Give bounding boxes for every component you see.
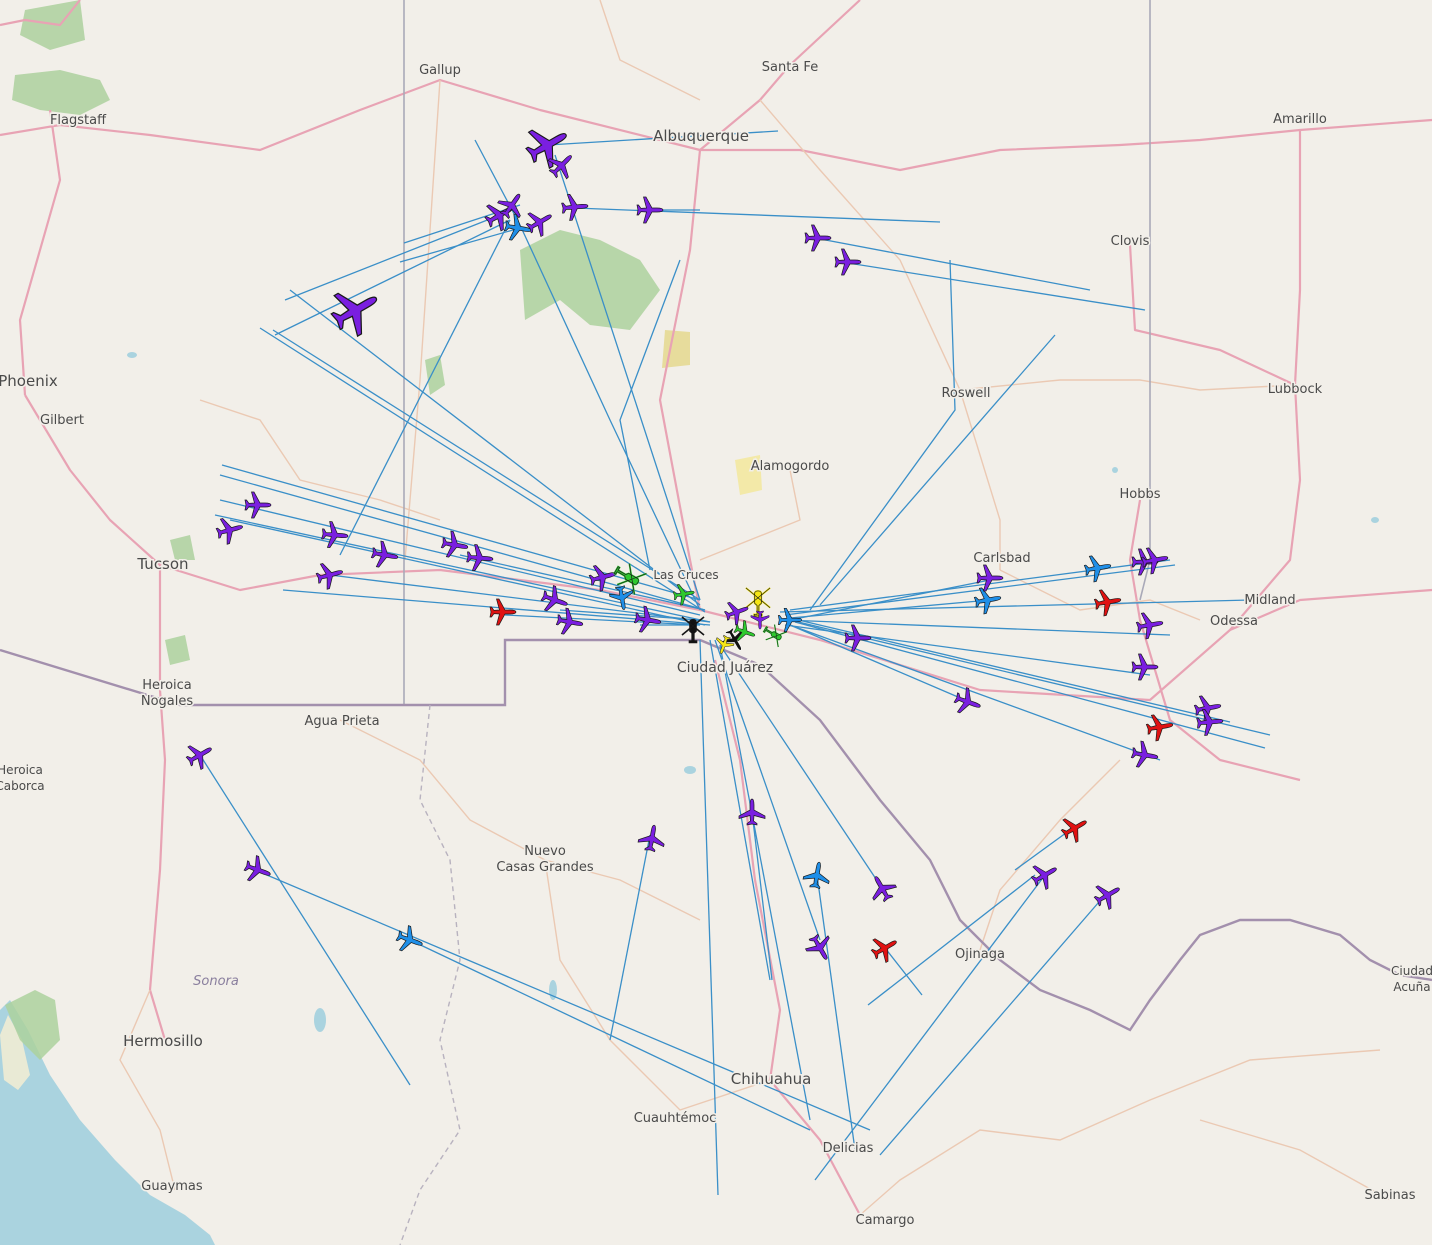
city-label: Delicias xyxy=(823,1141,874,1156)
city-label: Las Cruces xyxy=(653,568,718,582)
city-label: Clovis xyxy=(1111,234,1150,249)
city-label: Odessa xyxy=(1210,614,1258,629)
city-label: Carlsbad xyxy=(973,551,1030,566)
city-label: Amarillo xyxy=(1273,112,1327,127)
city-label: Sabinas xyxy=(1364,1188,1415,1203)
city-label: Hermosillo xyxy=(123,1032,203,1050)
city-label: Camargo xyxy=(856,1213,915,1228)
city-label: Heroica xyxy=(142,678,192,693)
city-label: Gallup xyxy=(419,63,461,78)
city-label: Flagstaff xyxy=(50,113,107,128)
city-label: Nogales xyxy=(141,694,194,709)
city-label: Phoenix xyxy=(0,372,58,390)
city-label: Lubbock xyxy=(1268,382,1323,397)
city-label: Acuña xyxy=(1393,980,1430,994)
city-label: Heroica xyxy=(0,763,43,777)
city-label: Ciudad xyxy=(1391,964,1432,978)
city-label: Gilbert xyxy=(40,413,84,428)
city-label: Ojinaga xyxy=(955,947,1005,962)
city-label: Tucson xyxy=(136,555,188,573)
city-label: Guaymas xyxy=(141,1179,203,1194)
region-label: Sonora xyxy=(193,974,239,989)
city-label: Midland xyxy=(1244,593,1295,608)
city-label: Chihuahua xyxy=(731,1070,812,1088)
city-label: Roswell xyxy=(941,386,990,401)
city-label: Caborca xyxy=(0,779,45,793)
sand-area xyxy=(662,330,690,368)
city-label: Hobbs xyxy=(1119,487,1160,502)
flight-tracking-map[interactable]: Gallup Santa Fe Albuquerque Amarillo Flagsta… xyxy=(0,0,1432,1245)
city-label: Agua Prieta xyxy=(304,714,379,729)
city-label: Santa Fe xyxy=(762,60,818,75)
city-label: Nuevo xyxy=(524,844,566,859)
city-label: Ciudad Juárez xyxy=(677,660,773,676)
city-label: Alamogordo xyxy=(751,459,830,474)
city-label: Albuquerque xyxy=(653,127,749,145)
city-label: Cuauhtémoc xyxy=(634,1111,717,1126)
city-label: Casas Grandes xyxy=(496,860,594,875)
